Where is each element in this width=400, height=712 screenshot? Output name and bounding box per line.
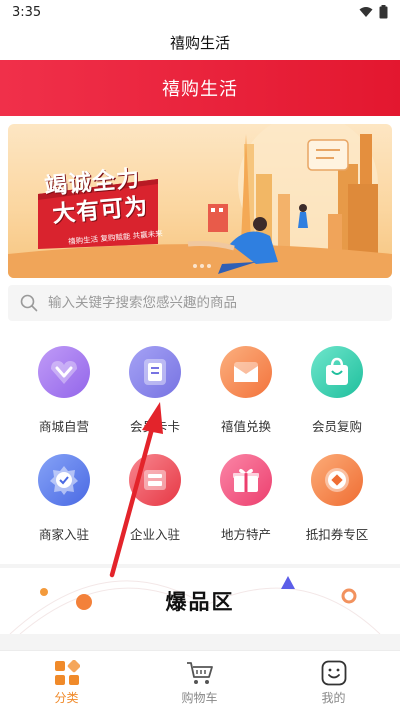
tab-category[interactable]: 分类 bbox=[0, 651, 133, 712]
enterprise-icon bbox=[129, 454, 181, 506]
grid-item-member-card[interactable]: 会员卡卡 bbox=[105, 328, 205, 438]
grid-item-label: 会员卡卡 bbox=[129, 419, 180, 434]
banner-dot bbox=[200, 264, 204, 268]
banner-dot bbox=[207, 264, 211, 268]
tab-profile[interactable]: 我的 bbox=[267, 651, 400, 712]
tab-label: 分类 bbox=[54, 691, 79, 705]
shopping-bag-icon bbox=[311, 346, 363, 398]
grid-item-coupon-zone[interactable]: 抵扣券专区 bbox=[287, 436, 387, 546]
status-bar: 3:35 bbox=[0, 0, 400, 24]
merchant-badge-icon bbox=[38, 454, 90, 506]
gift-icon bbox=[220, 454, 272, 506]
grid-item-merchant-join[interactable]: 商家入驻 bbox=[14, 436, 114, 546]
tab-label: 购物车 bbox=[181, 691, 218, 705]
search-section bbox=[0, 282, 400, 328]
page-title: 禧购生活 bbox=[169, 33, 230, 52]
grid-item-label: 地方特产 bbox=[220, 527, 271, 542]
search-input[interactable] bbox=[48, 295, 368, 311]
coupon-icon bbox=[311, 454, 363, 506]
hot-products-section: 爆品区 bbox=[0, 568, 400, 634]
grid-item-label: 禧值兑换 bbox=[220, 419, 271, 434]
brand-title: 禧购生活 bbox=[162, 79, 238, 100]
status-icons bbox=[359, 5, 388, 19]
bottom-nav: 分类 购物车 我的 bbox=[0, 650, 400, 712]
tab-label: 我的 bbox=[321, 691, 346, 705]
hot-section-title: 爆品区 bbox=[165, 590, 235, 614]
category-icon bbox=[54, 660, 80, 685]
grid-item-points-exchange[interactable]: 禧值兑换 bbox=[196, 328, 296, 438]
status-time: 3:35 bbox=[12, 4, 42, 20]
grid-item-local-specialty[interactable]: 地方特产 bbox=[196, 436, 296, 546]
grid-item-label: 抵扣券专区 bbox=[305, 527, 369, 542]
banner-section: 竭诚全力 大有可为 禧购生活 复购赋能 共赢未来 bbox=[0, 116, 400, 282]
app-header: 禧购生活 bbox=[0, 24, 400, 60]
profile-icon bbox=[321, 660, 346, 686]
heart-v-icon bbox=[38, 346, 90, 398]
tab-cart[interactable]: 购物车 bbox=[133, 651, 266, 712]
grid-item-label: 商家入驻 bbox=[38, 527, 89, 542]
exchange-icon bbox=[220, 346, 272, 398]
member-card-icon bbox=[129, 346, 181, 398]
search-bar[interactable] bbox=[8, 285, 392, 321]
banner-dot bbox=[193, 264, 197, 268]
search-icon bbox=[20, 294, 38, 312]
wifi-icon bbox=[359, 7, 373, 17]
grid-item-member-repurchase[interactable]: 会员复购 bbox=[287, 328, 387, 438]
grid-item-label: 商城自营 bbox=[38, 419, 89, 434]
grid-item-self-operated[interactable]: 商城自营 bbox=[14, 328, 114, 438]
grid-item-label: 企业入驻 bbox=[129, 527, 180, 542]
banner-pagination bbox=[193, 264, 211, 268]
promo-banner[interactable]: 竭诚全力 大有可为 禧购生活 复购赋能 共赢未来 bbox=[8, 124, 392, 278]
grid-item-label: 会员复购 bbox=[311, 419, 362, 434]
cart-icon bbox=[186, 662, 213, 684]
feature-grid: 商城自营 会员卡卡 禧值兑换 会员复购 商家入驻 企业入驻 地方特产 抵扣券专区 bbox=[0, 328, 400, 564]
brand-bar: 禧购生活 bbox=[0, 60, 400, 116]
grid-item-enterprise-join[interactable]: 企业入驻 bbox=[105, 436, 205, 546]
battery-icon bbox=[379, 5, 388, 19]
